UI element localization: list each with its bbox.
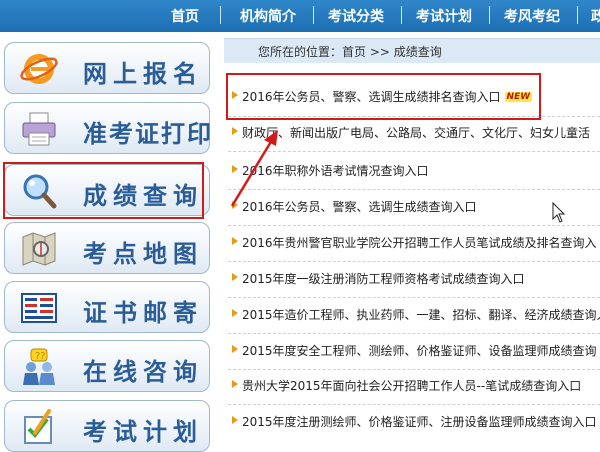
bullet-icon (232, 309, 238, 317)
list-item[interactable]: 2015年度一级注册消防工程师资格考试成绩查询入口 (232, 270, 525, 287)
ie-globe-icon (19, 49, 59, 89)
list-item-link[interactable]: 2016年贵州警官职业学院公开招聘工作人员笔试成绩及排名查询入 (240, 236, 597, 250)
list-item-link[interactable]: 2016年职称外语考试情况查询入口 (240, 164, 429, 178)
list-item-link[interactable]: 财政厅、新闻出版广电局、公路局、交通厅、文化厅、妇女儿童活 (240, 126, 590, 140)
nav-item-policy[interactable]: 政 (591, 6, 600, 26)
list-item-link[interactable]: 2015年度一级注册消防工程师资格考试成绩查询入口 (240, 272, 525, 286)
list-item[interactable]: 2016年公务员、警察、选调生成绩排名查询入口 NEW (232, 88, 533, 105)
nav-separator (220, 6, 221, 24)
list-item-link[interactable]: 2016年公务员、警察、选调生成绩排名查询入口 (240, 90, 501, 104)
sidebar-item-score-query[interactable]: 成绩查询 (4, 164, 210, 216)
nav-item-categories[interactable]: 考试分类 (328, 6, 384, 26)
list-item[interactable]: 财政厅、新闻出版广电局、公路局、交通厅、文化厅、妇女儿童活 (232, 124, 590, 141)
row-divider (228, 261, 600, 262)
list-item[interactable]: 2015年度注册测绘师、价格鉴证师、注册设备监理师成绩查询入口 (232, 413, 597, 430)
bullet-icon (232, 273, 238, 281)
nav-item-home[interactable]: 首页 (171, 6, 199, 26)
bullet-icon (232, 237, 238, 245)
breadcrumb-text: 您所在的位置：首页 >> 成绩查询 (258, 45, 442, 59)
sidebar-item-admission-ticket[interactable]: 准考证打印 (4, 102, 213, 154)
list-item[interactable]: 2016年职称外语考试情况查询入口 (232, 162, 429, 179)
list-item-link[interactable]: 2015年度安全工程师、测绘师、价格鉴证师、设备监理师成绩查询 (240, 344, 597, 358)
row-divider (228, 225, 600, 226)
nav-item-plan[interactable]: 考试计划 (416, 6, 472, 26)
sidebar-item-label: 准考证打印 (83, 119, 213, 148)
sidebar-item-certificate-mailing[interactable]: 证书邮寄 (4, 281, 210, 333)
row-divider (228, 297, 600, 298)
row-divider (228, 189, 600, 190)
nav-separator (313, 6, 314, 24)
list-item[interactable]: 2016年贵州警官职业学院公开招聘工作人员笔试成绩及排名查询入 (232, 234, 597, 251)
list-item[interactable]: 2015年造价工程师、执业药师、一建、招标、翻译、经济成绩查询入 (232, 306, 600, 323)
row-divider (228, 369, 600, 370)
row-divider (228, 333, 600, 334)
nav-separator (401, 6, 402, 24)
top-nav-bar: 首页 机构简介 考试分类 考试计划 考风考纪 政 (0, 0, 600, 32)
sidebar-item-label: 考试计划 (83, 417, 203, 446)
sidebar-item-label: 网上报名 (83, 59, 203, 88)
new-badge: NEW (504, 92, 533, 102)
map-icon (19, 229, 59, 269)
bullet-icon (232, 165, 238, 173)
certificate-icon (19, 288, 59, 328)
list-item-link[interactable]: 2015年造价工程师、执业药师、一建、招标、翻译、经济成绩查询入 (240, 308, 600, 322)
sidebar-item-online-registration[interactable]: 网上报名 (4, 42, 210, 94)
nav-separator (489, 6, 490, 24)
list-item-link[interactable]: 贵州大学2015年面向社会公开招聘工作人员--笔试成绩查询入口 (240, 379, 581, 393)
sidebar-item-exam-plan[interactable]: 考试计划 (4, 400, 210, 452)
list-item[interactable]: 2015年度安全工程师、测绘师、价格鉴证师、设备监理师成绩查询 (232, 342, 597, 359)
nav-item-about[interactable]: 机构简介 (240, 6, 296, 26)
svg-text:??: ?? (35, 351, 46, 362)
sidebar-item-label: 在线咨询 (83, 357, 203, 386)
sidebar-item-label: 成绩查询 (83, 181, 203, 210)
sidebar-item-online-consult[interactable]: ?? 在线咨询 (4, 340, 210, 392)
consult-icon: ?? (19, 347, 59, 387)
row-divider (228, 116, 600, 117)
row-divider (228, 404, 600, 405)
bullet-icon (232, 91, 238, 99)
bullet-icon (232, 345, 238, 353)
sidebar-item-exam-map[interactable]: 考点地图 (4, 222, 210, 274)
plan-icon (19, 407, 59, 447)
sidebar-item-label: 证书邮寄 (83, 298, 203, 327)
row-divider (228, 151, 600, 152)
bullet-icon (232, 127, 238, 135)
list-item[interactable]: 贵州大学2015年面向社会公开招聘工作人员--笔试成绩查询入口 (232, 377, 581, 394)
bullet-icon (232, 201, 238, 209)
breadcrumb: 您所在的位置：首页 >> 成绩查询 (224, 38, 600, 63)
sidebar-item-label: 考点地图 (83, 239, 203, 268)
printer-icon (19, 109, 59, 149)
list-item[interactable]: 2016年公务员、警察、选调生成绩查询入口 (232, 198, 477, 215)
bullet-icon (232, 416, 238, 424)
magnifier-icon (19, 171, 59, 211)
list-item-link[interactable]: 2016年公务员、警察、选调生成绩查询入口 (240, 200, 477, 214)
nav-item-discipline[interactable]: 考风考纪 (504, 6, 560, 26)
nav-separator (577, 6, 578, 24)
list-item-link[interactable]: 2015年度注册测绘师、价格鉴证师、注册设备监理师成绩查询入口 (240, 415, 597, 429)
bullet-icon (232, 380, 238, 388)
mouse-cursor-icon (552, 201, 566, 223)
